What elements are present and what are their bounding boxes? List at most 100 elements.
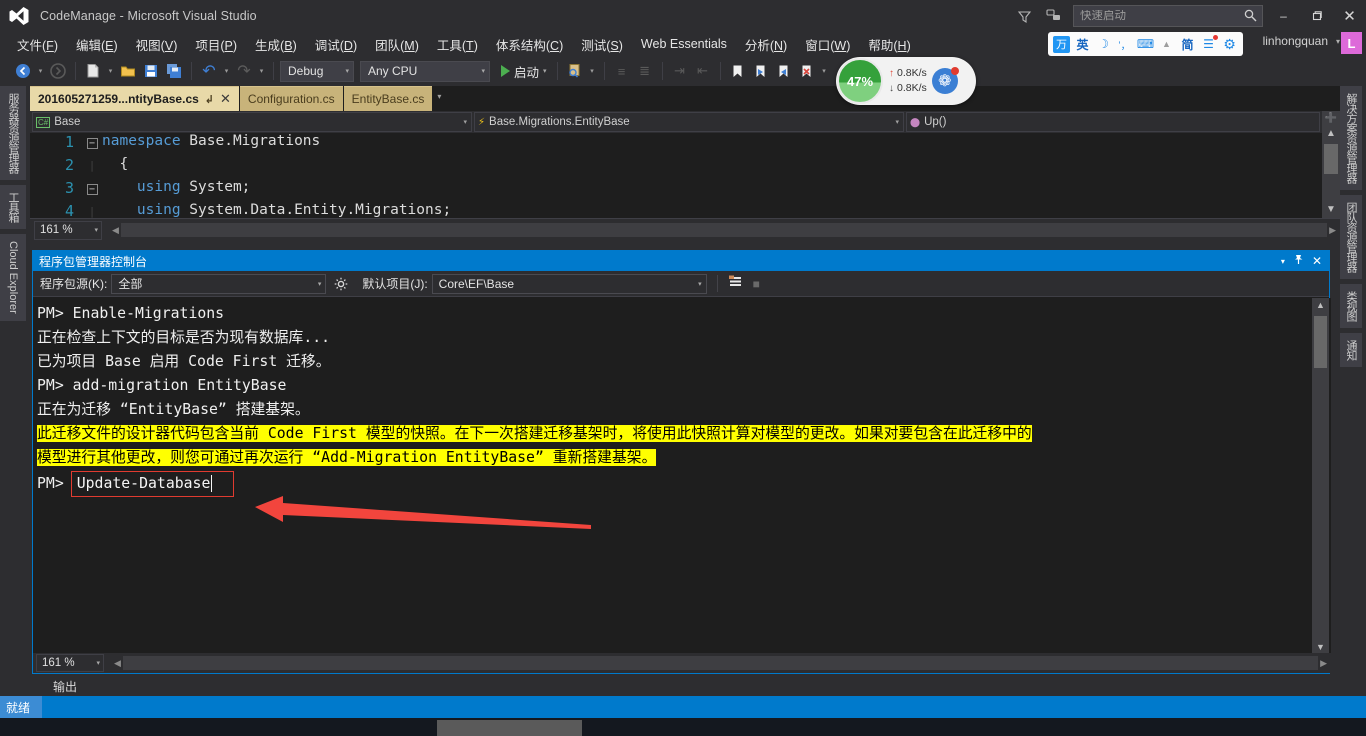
quick-launch-box[interactable] [1073, 5, 1263, 27]
scroll-left-icon[interactable]: ◀ [114, 658, 121, 669]
uncomment-icon[interactable]: ≣ [634, 60, 656, 82]
ime-logo-icon[interactable]: 万 [1053, 35, 1070, 53]
maximize-button[interactable] [1300, 2, 1333, 30]
start-debug-button[interactable]: 启动 ▾ [497, 62, 551, 81]
bookmark-dropdown-caret[interactable]: ▾ [819, 67, 830, 75]
menu-item-10[interactable]: Web Essentials [632, 35, 736, 53]
menu-item-3[interactable]: 项目(P) [186, 33, 246, 56]
fold-toggle-icon[interactable]: − [86, 184, 98, 195]
tab-overflow-caret-icon[interactable]: ▾ [437, 92, 441, 101]
chevron-down-icon[interactable]: ▾ [543, 67, 547, 75]
menu-item-1[interactable]: 编辑(E) [67, 33, 127, 56]
console-vertical-scrollbar[interactable]: ▲ ▼ [1312, 298, 1329, 655]
right-rail-tab-1[interactable]: 团队资源管理器 [1340, 195, 1362, 279]
console-horizontal-scrollbar[interactable] [122, 656, 1319, 670]
previous-bookmark-icon[interactable] [773, 60, 795, 82]
code-text-area[interactable]: 1− namespace Base.Migrations 2 | {3− using … [30, 133, 1340, 218]
stop-console-icon[interactable]: ■ [753, 277, 760, 291]
menu-item-13[interactable]: 帮助(H) [859, 33, 919, 56]
navbar-type-select[interactable]: ⚡ Base.Migrations.EntityBase ▾ [474, 112, 904, 132]
quick-launch-input[interactable] [1074, 10, 1232, 22]
avatar[interactable]: L [1341, 32, 1362, 54]
clipboard-icon[interactable]: ☰ [1200, 34, 1218, 53]
build-configuration-select[interactable]: Debug ▾ [280, 60, 354, 82]
output-window-tab[interactable]: 输出 [30, 674, 100, 698]
redo-icon[interactable]: ↷ [233, 60, 255, 82]
account-name[interactable]: linhongquan [1263, 34, 1328, 48]
pin-icon[interactable] [1293, 254, 1304, 268]
scroll-up-icon[interactable]: ▲ [1316, 300, 1325, 310]
editor-zoom-select[interactable]: 161 % ▾ [34, 220, 102, 240]
package-settings-gear-icon[interactable] [330, 277, 352, 291]
performance-widget[interactable]: 47% ↑ 0.8K/s ↓ 0.8K/s ❁ [836, 57, 976, 105]
navigate-forward-icon[interactable] [47, 60, 69, 82]
console-command-input[interactable]: Update-Database [70, 471, 234, 497]
right-rail-tab-3[interactable]: 通知 [1340, 333, 1362, 367]
fold-toggle-icon[interactable]: − [86, 138, 98, 149]
comment-icon[interactable]: ≡ [611, 60, 633, 82]
find-in-files-icon[interactable] [564, 60, 586, 82]
menu-item-4[interactable]: 生成(B) [246, 33, 306, 56]
undo-icon[interactable]: ↶ [198, 60, 220, 82]
menu-item-7[interactable]: 工具(T) [428, 33, 487, 56]
left-rail-tab-1[interactable]: 工具箱 [0, 185, 26, 229]
close-icon[interactable]: ✕ [220, 91, 231, 107]
ime-toolbar[interactable]: 万 英 ☽ ʼ， ⌨ ▲ 简 ☰ ⚙ [1048, 32, 1243, 56]
indent-icon[interactable]: ⇥ [669, 60, 691, 82]
close-button[interactable]: ✕ [1333, 2, 1366, 30]
editor-vertical-scrollbar[interactable]: ➕ ▲ ▼ [1322, 111, 1340, 219]
scroll-down-icon[interactable]: ▼ [1316, 642, 1325, 652]
left-rail-tab-0[interactable]: 服务器资源管理器 [0, 86, 26, 180]
editor-horizontal-scrollbar[interactable] [120, 223, 1328, 237]
console-zoom-select[interactable]: 161 % ▾ [36, 654, 104, 672]
clear-console-icon[interactable] [728, 274, 743, 294]
clear-bookmarks-icon[interactable] [796, 60, 818, 82]
menu-item-11[interactable]: 分析(N) [736, 33, 796, 56]
moon-icon[interactable]: ☽ [1095, 36, 1112, 53]
save-icon[interactable] [140, 60, 162, 82]
console-output[interactable]: PM> Enable-Migrations 正在检查上下文的目标是否为现有数据库.… [33, 298, 1331, 655]
outdent-icon[interactable]: ⇤ [692, 60, 714, 82]
taskbar-item[interactable] [437, 720, 582, 736]
close-icon[interactable]: ✕ [1312, 254, 1322, 268]
toggle-bookmark-icon[interactable] [727, 60, 749, 82]
open-file-icon[interactable] [117, 60, 139, 82]
split-view-icon[interactable]: ➕ [1325, 113, 1337, 124]
back-dropdown-caret[interactable]: ▾ [35, 67, 46, 75]
menu-item-12[interactable]: 窗口(W) [796, 33, 859, 56]
person-icon[interactable]: ▲ [1158, 36, 1175, 53]
right-rail-tab-2[interactable]: 类视图 [1340, 284, 1362, 328]
find-dropdown-caret[interactable]: ▾ [587, 67, 598, 75]
settings-gear-icon[interactable]: ⚙ [1221, 36, 1238, 53]
scroll-right-icon[interactable]: ▶ [1320, 658, 1327, 669]
console-menu-caret-icon[interactable]: ▾ [1281, 257, 1285, 266]
menu-item-6[interactable]: 团队(M) [366, 33, 428, 56]
right-rail-tab-0[interactable]: 解决方案资源管理器 [1340, 86, 1362, 190]
save-all-icon[interactable] [163, 60, 185, 82]
new-dropdown-caret[interactable]: ▾ [105, 67, 116, 75]
console-prompt-row[interactable]: PM> Update-Database [37, 470, 1331, 498]
chevron-down-icon[interactable]: ▾ [1336, 37, 1340, 46]
menu-item-2[interactable]: 视图(V) [127, 33, 187, 56]
menu-item-9[interactable]: 测试(S) [572, 33, 632, 56]
scrollbar-thumb[interactable] [1314, 316, 1327, 368]
navbar-project-select[interactable]: C# Base ▾ [32, 112, 472, 132]
search-icon[interactable] [1244, 9, 1257, 27]
accelerator-icon[interactable]: ❁ [931, 67, 959, 94]
default-project-select[interactable]: Core\EF\Base ▾ [431, 273, 707, 294]
editor-tab-0[interactable]: 201605271259...ntityBase.cs ↲ ✕ [30, 86, 239, 111]
menu-item-8[interactable]: 体系结构(C) [487, 33, 572, 56]
redo-dropdown-caret[interactable]: ▾ [256, 67, 267, 75]
new-file-icon[interactable] [82, 60, 104, 82]
chinese-mode-icon[interactable]: 英 [1074, 36, 1091, 53]
punctuation-icon[interactable]: ʼ， [1116, 36, 1133, 53]
next-bookmark-icon[interactable] [750, 60, 772, 82]
notification-icon[interactable] [1039, 3, 1069, 29]
minimize-button[interactable]: – [1267, 2, 1300, 30]
package-source-select[interactable]: 全部 ▾ [111, 273, 327, 294]
menu-item-0[interactable]: 文件(F) [8, 33, 67, 56]
feedback-icon[interactable] [1009, 3, 1039, 29]
menu-item-5[interactable]: 调试(D) [306, 33, 366, 56]
navbar-member-select[interactable]: ⬤ Up() [906, 112, 1320, 132]
scroll-right-icon[interactable]: ▶ [1329, 225, 1336, 236]
